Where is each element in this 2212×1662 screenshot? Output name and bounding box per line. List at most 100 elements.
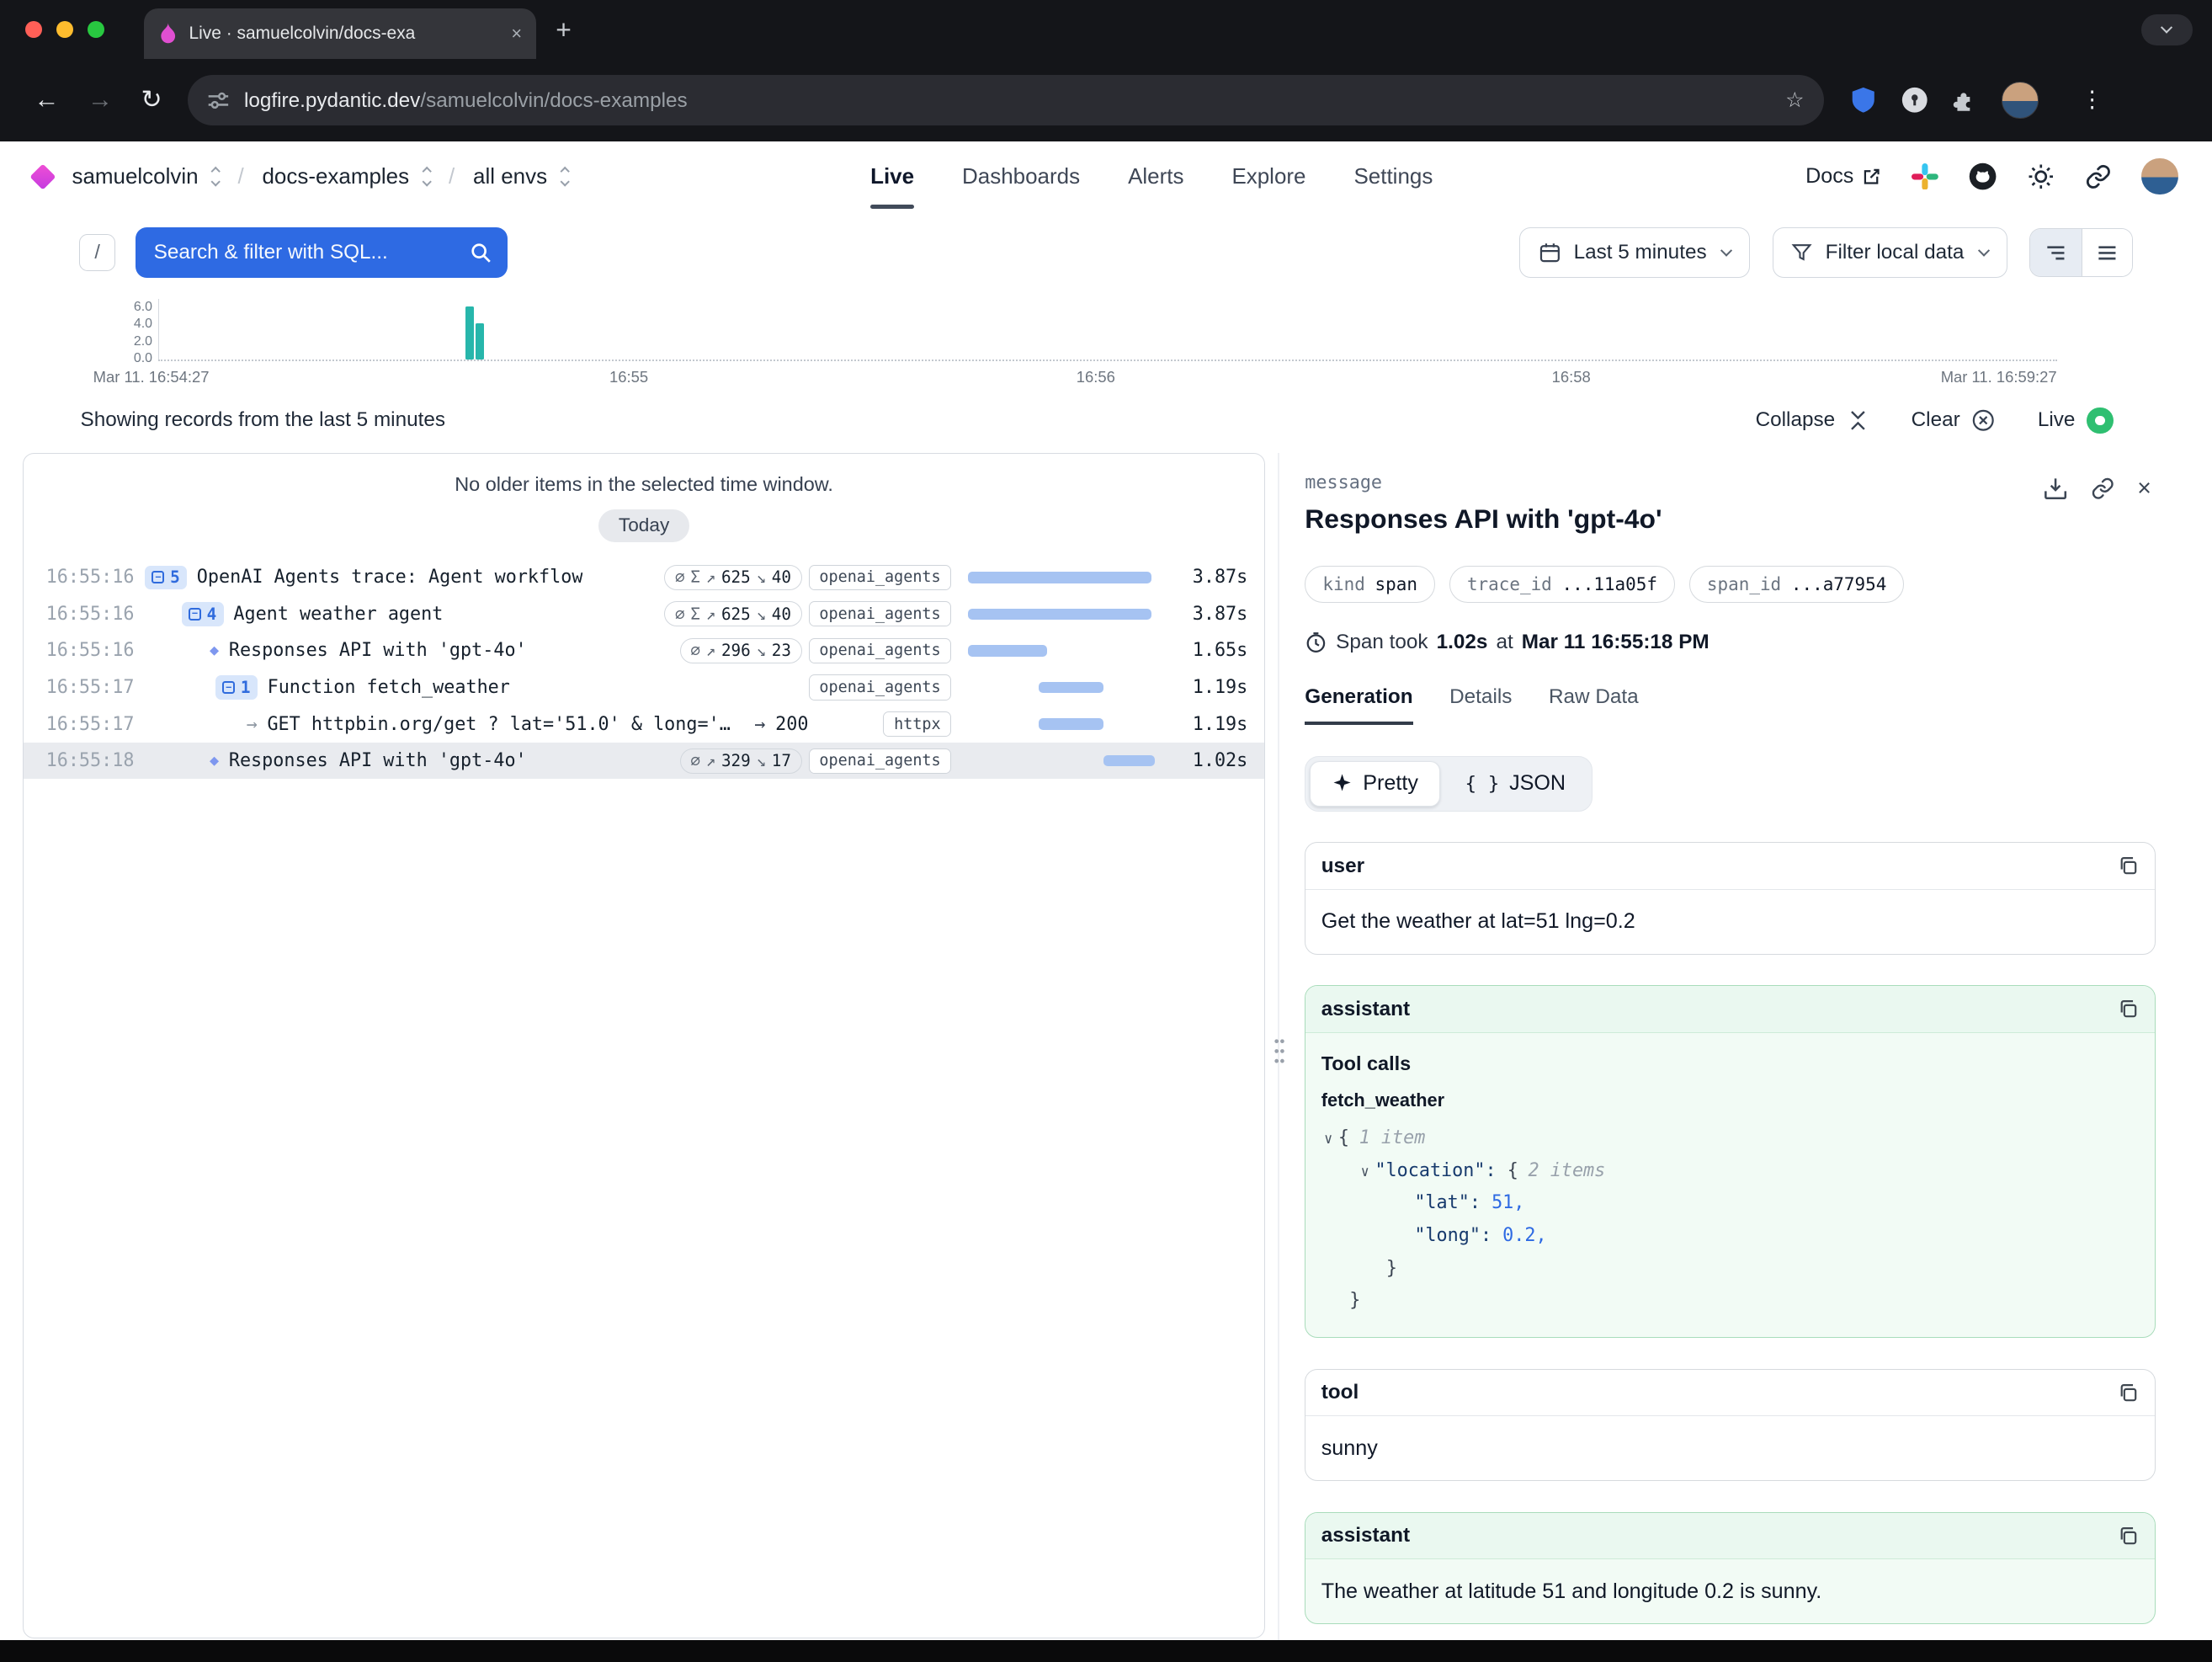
caret-down-icon[interactable]: ∨ xyxy=(1324,1130,1332,1147)
scope-tag[interactable]: openai_agents xyxy=(809,565,952,590)
collapse-badge[interactable]: −5 xyxy=(145,566,187,589)
timeline-chart: 6.0 4.0 2.0 0.0 Mar 11. 16:54:27 16:55 1… xyxy=(0,294,2212,396)
collapse-badge[interactable]: −1 xyxy=(215,675,258,699)
archive-icon[interactable] xyxy=(2043,476,2068,501)
minimize-window-button[interactable] xyxy=(56,21,73,38)
sort-chevrons-icon[interactable] xyxy=(423,168,430,186)
tab-raw-data[interactable]: Raw Data xyxy=(1549,685,1639,725)
nav-settings[interactable]: Settings xyxy=(1353,141,1433,212)
scope-tag[interactable]: httpx xyxy=(883,711,951,737)
trace-row[interactable]: 16:55:17 → GET httpbin.org/get ? lat='51… xyxy=(24,706,1265,743)
slack-icon[interactable] xyxy=(1912,163,1938,190)
github-icon[interactable] xyxy=(1968,162,1997,191)
share-link-icon[interactable] xyxy=(2085,163,2112,190)
breadcrumb-org[interactable]: samuelcolvin xyxy=(72,163,198,189)
collapse-button[interactable]: Collapse xyxy=(1756,408,1869,432)
collapse-badge[interactable]: −4 xyxy=(182,602,224,626)
nav-live[interactable]: Live xyxy=(870,141,914,212)
panel-resize-gutter[interactable] xyxy=(1265,446,1294,1640)
duration-bar-track xyxy=(968,572,1179,583)
browser-profile-avatar[interactable] xyxy=(2002,82,2039,119)
copy-icon[interactable] xyxy=(2118,1382,2139,1404)
address-bar[interactable]: logfire.pydantic.dev/samuelcolvin/docs-e… xyxy=(188,75,1824,125)
tab-generation[interactable]: Generation xyxy=(1305,685,1412,725)
time-range-dropdown[interactable]: Last 5 minutes xyxy=(1519,227,1750,278)
copy-icon[interactable] xyxy=(2118,999,2139,1020)
scope-tag[interactable]: openai_agents xyxy=(809,638,952,663)
row-timestamp: 16:55:17 xyxy=(46,714,134,735)
sort-chevrons-icon[interactable] xyxy=(561,168,568,186)
tokens-in-arrow-icon: ↗ xyxy=(706,751,716,770)
resize-grip-icon[interactable] xyxy=(1271,1036,1288,1067)
row-timestamp: 16:55:16 xyxy=(46,567,134,588)
trace-row[interactable]: 16:55:16 −4 Agent weather agent ∅Σ↗625↘4… xyxy=(24,596,1265,633)
json-key: "location": xyxy=(1375,1160,1496,1181)
filter-local-data-dropdown[interactable]: Filter local data xyxy=(1773,227,2007,278)
zoom-window-button[interactable] xyxy=(88,21,104,38)
tab-close-icon[interactable]: × xyxy=(511,23,522,45)
tokens-in-arrow-icon: ↗ xyxy=(706,567,716,587)
close-panel-icon[interactable]: × xyxy=(2137,477,2151,501)
trace-row[interactable]: 16:55:16 −5 OpenAI Agents trace: Agent w… xyxy=(24,559,1265,596)
password-manager-extension-icon[interactable] xyxy=(1901,86,1929,115)
span-id-badge[interactable]: span_id...a77954 xyxy=(1689,566,1905,603)
copy-link-icon[interactable] xyxy=(2091,477,2114,500)
breadcrumb-env[interactable]: all envs xyxy=(473,163,547,189)
nav-alerts[interactable]: Alerts xyxy=(1128,141,1183,212)
browser-tab[interactable]: Live · samuelcolvin/docs-exa × xyxy=(144,8,536,59)
duration-bar xyxy=(1039,682,1103,693)
y-tick: 4.0 xyxy=(119,316,152,333)
live-toggle[interactable]: Live xyxy=(2038,408,2114,434)
browser-menu-icon[interactable]: ⋮ xyxy=(2081,87,2103,113)
clear-button[interactable]: Clear xyxy=(1912,408,1996,432)
row-timestamp: 16:55:18 xyxy=(46,750,134,771)
scope-tag[interactable]: openai_agents xyxy=(809,748,952,774)
bookmark-star-icon[interactable]: ☆ xyxy=(1785,88,1805,113)
adblock-shield-extension-icon[interactable] xyxy=(1849,86,1878,115)
nav-dashboards[interactable]: Dashboards xyxy=(962,141,1080,212)
duration-bar xyxy=(968,645,1047,656)
trace-id-badge[interactable]: trace_id ...11a05f xyxy=(1449,566,1675,603)
tab-list-button[interactable] xyxy=(2141,14,2192,45)
window-controls xyxy=(0,21,124,38)
pretty-toggle-button[interactable]: Pretty xyxy=(1310,761,1440,807)
trace-row[interactable]: 16:55:16 ◆ Responses API with 'gpt-4o' ∅… xyxy=(24,632,1265,669)
close-window-button[interactable] xyxy=(25,21,42,38)
copy-icon[interactable] xyxy=(2118,855,2139,876)
sort-chevrons-icon[interactable] xyxy=(212,168,219,186)
back-button[interactable]: ← xyxy=(19,86,73,115)
docs-link[interactable]: Docs xyxy=(1805,164,1882,189)
span-detail-panel: × message Responses API with 'gpt-4o' ki… xyxy=(1294,453,2166,1640)
user-avatar[interactable] xyxy=(2141,158,2178,195)
breadcrumb: samuelcolvin / docs-examples / all envs xyxy=(72,163,568,189)
reload-button[interactable]: ↻ xyxy=(127,85,177,115)
http-status-code: 200 xyxy=(775,714,808,735)
new-tab-button[interactable]: + xyxy=(556,14,572,45)
search-input[interactable] xyxy=(136,227,508,278)
scope-tag[interactable]: openai_agents xyxy=(809,601,952,626)
tree-view-button[interactable] xyxy=(2030,229,2081,277)
copy-icon[interactable] xyxy=(2118,1526,2139,1547)
badge-label: kind xyxy=(1322,574,1364,594)
json-brace: { xyxy=(1338,1127,1349,1148)
json-toggle-button[interactable]: { } JSON xyxy=(1443,761,1587,807)
scope-tag[interactable]: openai_agents xyxy=(809,674,952,700)
badge-label: trace_id xyxy=(1467,574,1552,594)
breadcrumb-project[interactable]: docs-examples xyxy=(262,163,409,189)
message-role: assistant xyxy=(1321,1524,1410,1547)
nav-explore[interactable]: Explore xyxy=(1231,141,1305,212)
tab-details[interactable]: Details xyxy=(1449,685,1512,725)
extensions-puzzle-icon[interactable] xyxy=(1951,86,1980,115)
badge-value: ...11a05f xyxy=(1562,574,1657,594)
trace-row-selected[interactable]: 16:55:18 ◆ Responses API with 'gpt-4o' ∅… xyxy=(24,743,1265,780)
caret-down-icon[interactable]: ∨ xyxy=(1361,1163,1369,1180)
list-view-button[interactable] xyxy=(2082,229,2132,277)
theme-sun-icon[interactable] xyxy=(2027,162,2055,191)
duration-text: 1.02s xyxy=(1180,750,1247,771)
span-kind-kicker: message xyxy=(1305,472,2156,493)
site-info-icon[interactable] xyxy=(207,89,230,112)
tool-name: fetch_weather xyxy=(1321,1089,2140,1111)
child-count: 4 xyxy=(207,605,217,624)
trace-row[interactable]: 16:55:17 −1 Function fetch_weather opena… xyxy=(24,669,1265,706)
forward-button[interactable]: → xyxy=(73,86,127,115)
